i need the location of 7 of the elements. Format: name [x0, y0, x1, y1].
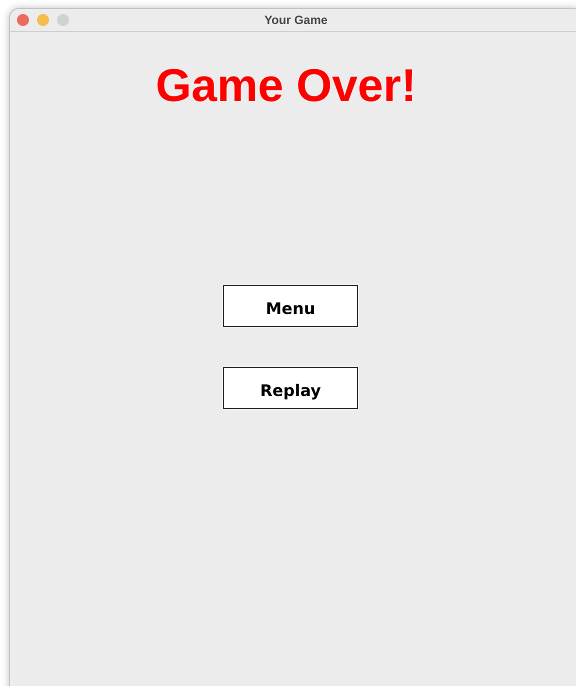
close-icon[interactable] [17, 14, 29, 26]
game-over-heading: Game Over! [156, 59, 416, 111]
minimize-icon[interactable] [37, 14, 49, 26]
window-title: Your Game [264, 13, 328, 27]
replay-button[interactable]: Replay [223, 367, 358, 409]
menu-button[interactable]: Menu [223, 285, 358, 327]
zoom-icon[interactable] [57, 14, 69, 26]
